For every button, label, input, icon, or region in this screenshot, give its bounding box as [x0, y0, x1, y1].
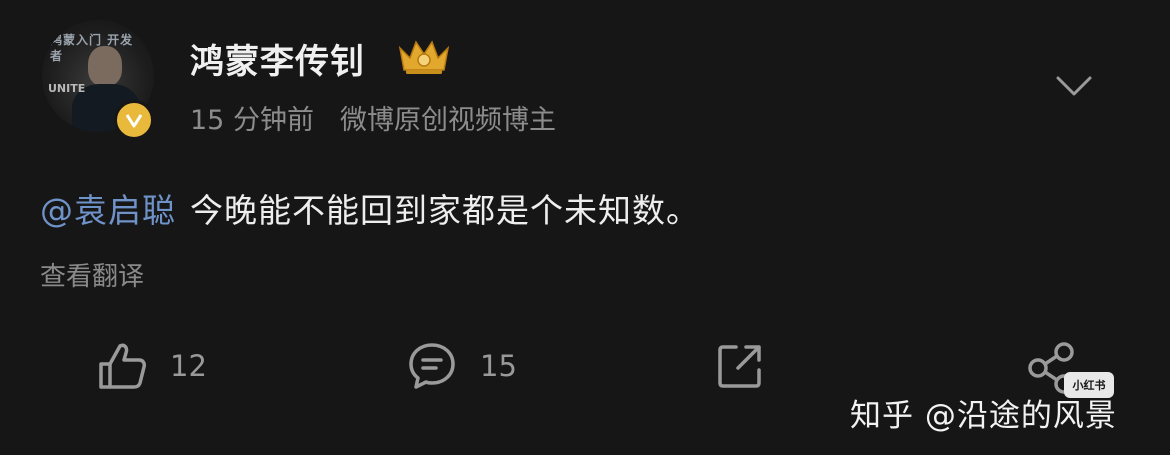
translate-button[interactable]: 查看翻译 [40, 256, 144, 293]
post-meta: 15 分钟前 微博原创视频博主 [190, 98, 556, 137]
like-button[interactable]: 12 [96, 340, 207, 392]
like-count: 12 [170, 349, 207, 383]
thumbs-up-icon [99, 343, 146, 389]
post-content: @袁启聪 今晚能不能回到家都是个未知数。 [40, 184, 700, 232]
chevron-down-icon[interactable] [1054, 72, 1094, 100]
avatar-brand-text: UNITE [48, 82, 86, 95]
gold-crown-badge-icon [398, 40, 450, 74]
comment-count: 15 [480, 349, 517, 383]
username[interactable]: 鸿蒙李传钊 [190, 34, 365, 83]
comment-bubble-icon [409, 343, 455, 389]
post-text: 今晚能不能回到家都是个未知数。 [190, 191, 700, 230]
verified-v-icon [114, 100, 154, 140]
zhihu-watermark: 知乎 @沿途的风景 [850, 398, 1117, 434]
post-time: 15 分钟前 [190, 105, 314, 136]
avatar-head [88, 46, 122, 86]
post-source: 微博原创视频博主 [339, 105, 556, 136]
comment-button[interactable]: 15 [406, 340, 517, 392]
mention-link[interactable]: @袁启聪 [40, 191, 176, 230]
repost-button[interactable] [714, 340, 766, 392]
share-external-icon [718, 345, 761, 388]
weibo-post: 鸿蒙入门 开发者 UNITE 鸿蒙李传钊 15 分钟前 微博原创视频博主 @袁启聪… [0, 0, 1170, 455]
